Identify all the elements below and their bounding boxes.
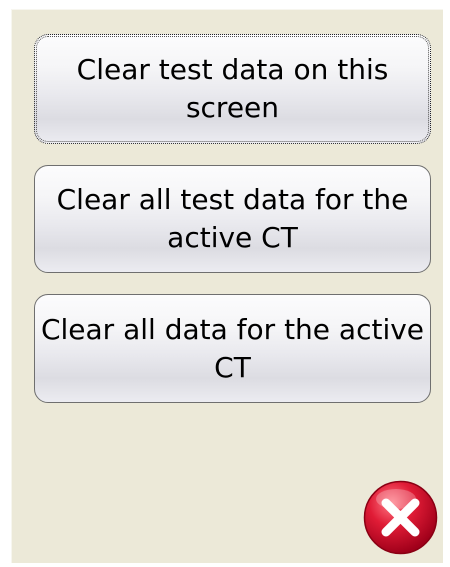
clear-all-test-data-button[interactable]: Clear all test data for the active CT [34, 165, 431, 273]
clear-screen-test-data-button[interactable]: Clear test data on this screen [34, 34, 431, 144]
close-x-icon [363, 480, 438, 555]
clear-all-data-button[interactable]: Clear all data for the active CT [34, 294, 431, 403]
close-button[interactable] [362, 479, 439, 556]
clear-data-dialog: Clear test data on this screen Clear all… [11, 9, 443, 563]
